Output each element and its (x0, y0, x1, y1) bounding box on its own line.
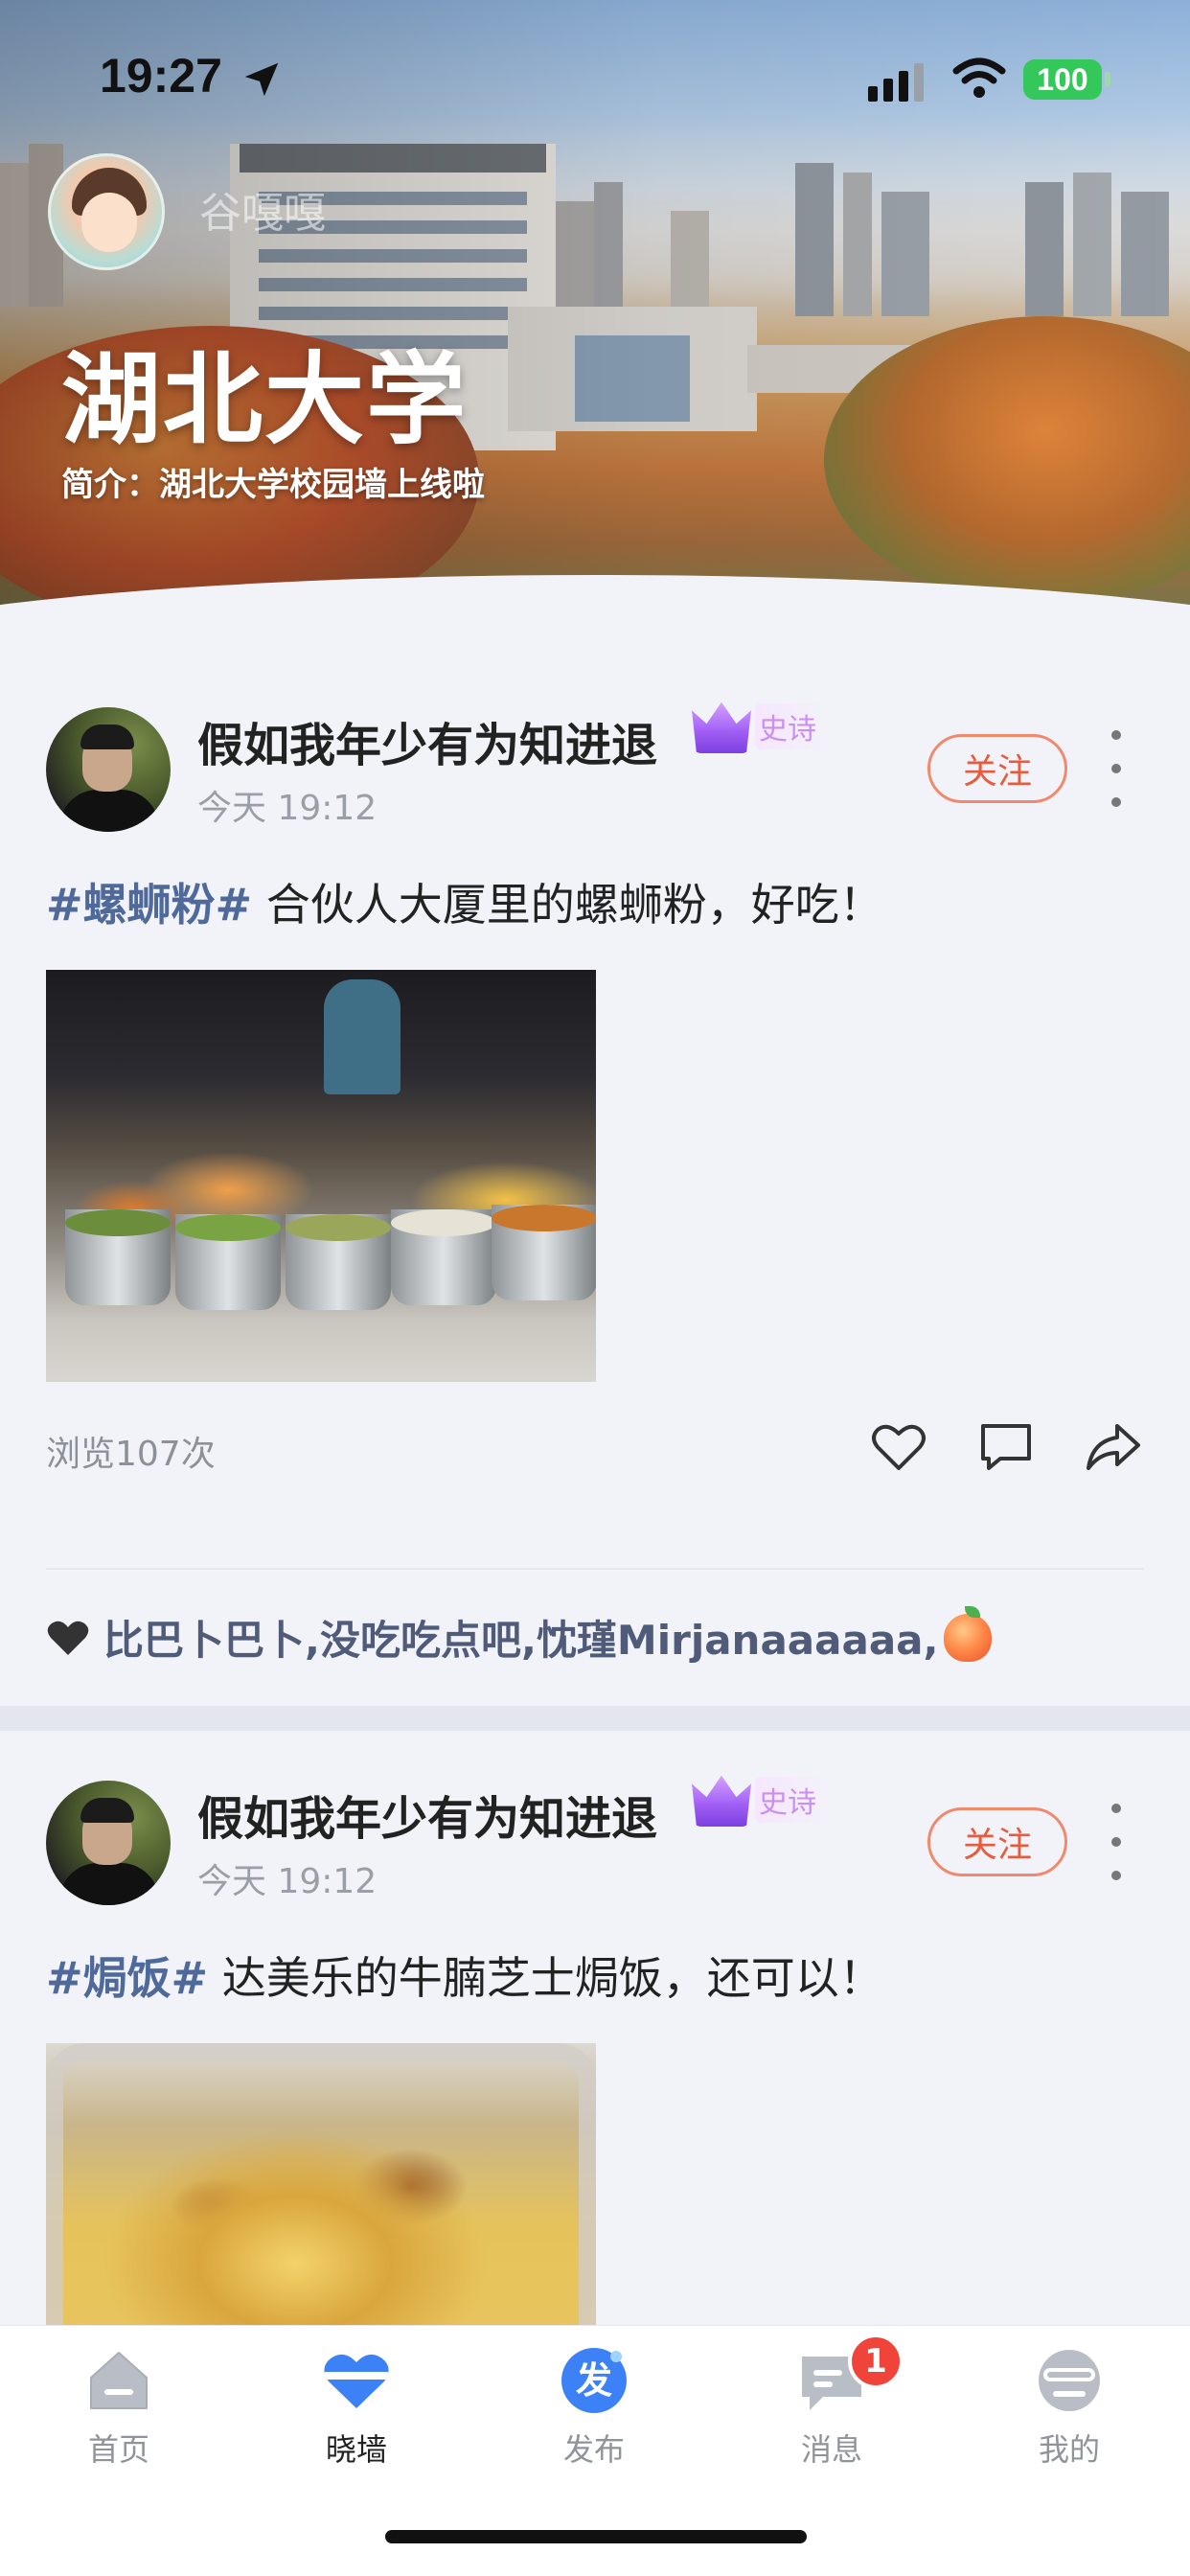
post-separator (0, 1706, 1190, 1731)
tab-home-label: 首页 (87, 2431, 149, 2468)
post-image[interactable] (46, 970, 596, 1382)
post-time: 今天 19:12 (197, 1862, 378, 1901)
post-author-name[interactable]: 假如我年少有为知进退 (197, 1781, 657, 1848)
comment-icon[interactable] (975, 1416, 1037, 1478)
rank-badge-label: 史诗 (755, 1777, 830, 1823)
wifi-icon (952, 58, 1006, 98)
rank-badge: 史诗 (692, 1773, 830, 1827)
heart-wall-icon (324, 2354, 389, 2408)
school-description: 简介：湖北大学校园墙上线啦 (61, 466, 485, 504)
more-options-icon[interactable] (1102, 1804, 1131, 1880)
location-arrow-icon (244, 62, 279, 97)
crown-icon (692, 1775, 751, 1827)
post-time: 今天 19:12 (197, 789, 378, 828)
publish-glyph: 发 (576, 2359, 612, 2402)
liked-by-list[interactable]: 比巴卜巴卜,没吃吃点吧,忱瑾Mirjanaaaaaa, (46, 1605, 993, 1667)
tab-publish[interactable]: 发 发布 (475, 2345, 713, 2479)
crown-icon (692, 702, 751, 753)
status-bar: 19:27 100 (0, 0, 1190, 144)
home-indicator[interactable] (385, 2530, 807, 2543)
unread-badge: 1 (848, 2334, 904, 2389)
share-icon[interactable] (1083, 1416, 1144, 1478)
follow-button[interactable]: 关注 (927, 734, 1067, 803)
cellular-signal-icon (868, 63, 924, 102)
liked-by-names: 比巴卜巴卜,没吃吃点吧,忱瑾Mirjanaaaaaa, (103, 1617, 939, 1664)
tab-publish-label: 发布 (562, 2431, 625, 2468)
post-topic-tag[interactable]: #焗饭# (46, 1952, 208, 2004)
like-icon[interactable] (868, 1416, 929, 1478)
school-title: 湖北大学 (61, 341, 469, 458)
post-topic-tag[interactable]: #螺蛳粉# (46, 879, 252, 931)
home-icon (90, 2352, 148, 2409)
post-card[interactable]: 假如我年少有为知进退 史诗 今天 19:12 关注 #螺蛳粉# 合伙人大厦里的螺… (0, 671, 1190, 1706)
rank-badge: 史诗 (692, 700, 830, 753)
rank-badge-label: 史诗 (755, 703, 830, 749)
more-options-icon[interactable] (1102, 730, 1131, 807)
battery-tip (1105, 72, 1110, 87)
post-content: #螺蛳粉# 合伙人大厦里的螺蛳粉，好吃！ (46, 870, 883, 933)
post-content: #焗饭# 达美乐的牛腩芝士焗饭，还可以！ (46, 1944, 883, 2007)
post-text: 达美乐的牛腩芝士焗饭，还可以！ (208, 1952, 883, 2004)
status-time: 19:27 (100, 49, 222, 103)
divider (46, 1568, 1144, 1570)
user-avatar[interactable] (48, 153, 165, 270)
tab-home[interactable]: 首页 (0, 2345, 238, 2479)
tab-profile[interactable]: 我的 (950, 2345, 1188, 2479)
tab-messages[interactable]: 1 消息 (713, 2334, 950, 2479)
post-author-avatar[interactable] (46, 1781, 171, 1905)
post-author-name[interactable]: 假如我年少有为知进退 (197, 707, 657, 774)
tab-wall-label: 晓墙 (325, 2431, 387, 2468)
publish-icon: 发 (561, 2348, 627, 2413)
peach-emoji-icon (944, 1605, 993, 1662)
heart-filled-icon (47, 1621, 89, 1655)
tab-profile-label: 我的 (1038, 2431, 1100, 2468)
view-count: 浏览107次 (46, 1435, 216, 1474)
battery-indicator: 100 (1023, 59, 1102, 100)
post-card[interactable]: 假如我年少有为知进退 史诗 今天 19:12 关注 #焗饭# 达美乐的牛腩芝士焗… (0, 1731, 1190, 2455)
post-text: 合伙人大厦里的螺蛳粉，好吃！ (252, 879, 883, 931)
post-author-avatar[interactable] (46, 707, 171, 832)
tab-wall[interactable]: 晓墙 (238, 2345, 475, 2479)
follow-button[interactable]: 关注 (927, 1807, 1067, 1876)
header-username[interactable]: 谷嘎嘎 (199, 178, 326, 240)
tab-messages-label: 消息 (800, 2431, 862, 2468)
profile-icon (1039, 2350, 1100, 2411)
